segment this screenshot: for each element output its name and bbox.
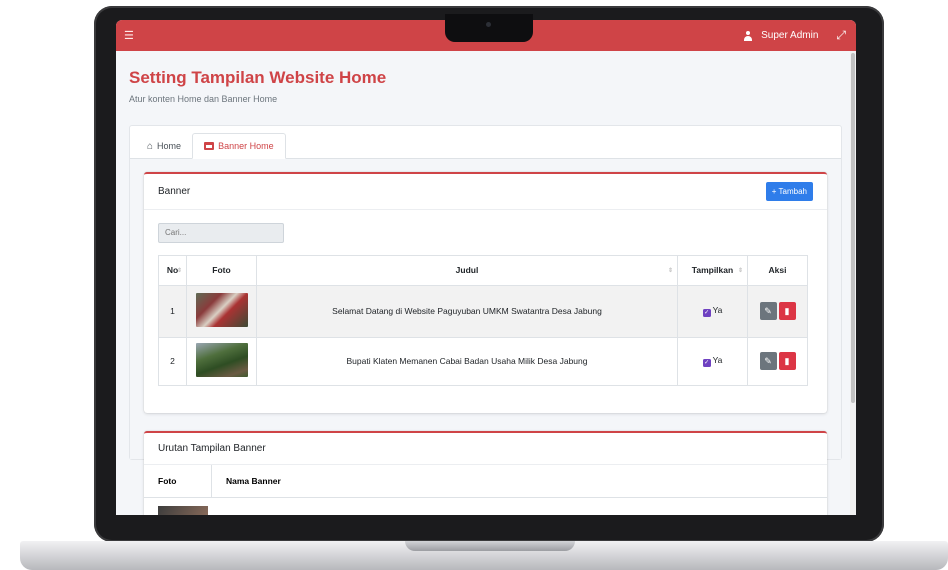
banner-order-title: Urutan Tampilan Banner [158,443,266,454]
sort-icon: ⇕ [667,267,673,274]
row-photo [186,336,257,386]
banner-order-card: Urutan Tampilan Banner Foto Nama Banner [144,431,827,515]
camera-icon [486,22,491,27]
add-banner-button[interactable]: + Tambah [765,182,813,201]
banner-card-body: No⇕ Foto Judul⇕ Tampilkan⇕ Aksi 1 [144,210,827,413]
edit-button[interactable]: ✎ [759,302,777,320]
tab-banner-home[interactable]: Banner Home [192,133,286,159]
banner-order-table-header: Foto Nama Banner [144,465,827,498]
row-title: Bupati Klaten Memanen Cabai Badan Usaha … [256,336,678,386]
tab-bar: ⌂ Home Banner Home [130,126,841,159]
user-icon [743,30,753,41]
tab-home-label: Home [157,141,182,151]
main-content: Setting Tampilan Website Home Atur konte… [116,51,856,515]
user-name[interactable]: Super Admin [761,30,818,41]
table-row: 2 Bupati Klaten Memanen Cabai Badan Usah… [158,336,808,386]
sort-icon: ⇕ [176,267,182,274]
banner-thumbnail [195,343,248,377]
row-visibility: ✓ Ya [677,336,748,386]
list-item[interactable] [144,498,827,515]
banner-card: Banner + Tambah No⇕ Foto Judul⇕ Tamp [144,172,827,413]
home-icon: ⌂ [147,140,154,152]
row-actions: ✎ ▮ [747,284,808,338]
banner-table: No ⇕ Foto Judul ⇕ Tampilkan ⇕ Aksi 1 Sel… [158,254,808,386]
checkbox-checked-icon[interactable]: ✓ [702,309,711,317]
row-title: Selamat Datang di Website Paguyuban UMKM… [256,284,678,338]
table-row: 1 Selamat Datang di Website Paguyuban UM… [158,284,808,338]
column-header-aksi: Aksi [747,254,808,286]
column-header-judul[interactable]: Judul ⇕ [256,254,678,286]
banner-thumbnail [158,506,208,515]
laptop-base-notch [405,541,575,551]
scrollbar-thumb[interactable] [851,53,855,403]
banner-thumbnail [195,293,248,327]
tab-panel: Banner + Tambah No⇕ Foto Judul⇕ Tamp [130,159,841,515]
edit-button[interactable]: ✎ [759,352,777,370]
row-visibility: ✓ Ya [677,284,748,338]
column-header-nama-banner: Nama Banner [226,476,281,486]
column-header-no[interactable]: No ⇕ [158,254,187,286]
hamburger-menu-icon[interactable]: ☰ [124,29,134,42]
camera-notch [445,14,533,42]
screen: ☰ Super Admin ⤢ Setting Tampilan Website… [116,20,856,515]
search-input[interactable] [158,222,284,243]
page-subtitle: Atur konten Home dan Banner Home [129,94,278,104]
tab-home[interactable]: ⌂ Home [136,133,192,159]
fullscreen-icon[interactable]: ⤢ [836,28,846,43]
tabs-card: ⌂ Home Banner Home Banner + Tambah Cari.… [129,125,842,515]
row-no: 1 [158,284,187,338]
tab-banner-home-label: Banner Home [218,141,274,151]
banner-order-header: Urutan Tampilan Banner [144,433,827,465]
sort-icon: ⇕ [737,267,743,274]
row-no: 2 [158,336,187,386]
page-title: Setting Tampilan Website Home [129,68,387,87]
column-header-tampilkan[interactable]: Tampilkan ⇕ [677,254,748,286]
delete-button[interactable]: ▮ [778,352,796,370]
row-actions: ✎ ▮ [747,336,808,386]
delete-button[interactable]: ▮ [778,302,796,320]
column-header-foto: Foto [144,465,212,497]
banner-card-title: Banner [158,186,191,197]
banner-card-header: Banner + Tambah [144,174,827,210]
image-icon [204,142,215,150]
column-header-foto: Foto [186,254,257,286]
user-menu[interactable]: Super Admin ⤢ [743,28,846,43]
checkbox-checked-icon[interactable]: ✓ [702,359,711,367]
row-photo [186,284,257,338]
